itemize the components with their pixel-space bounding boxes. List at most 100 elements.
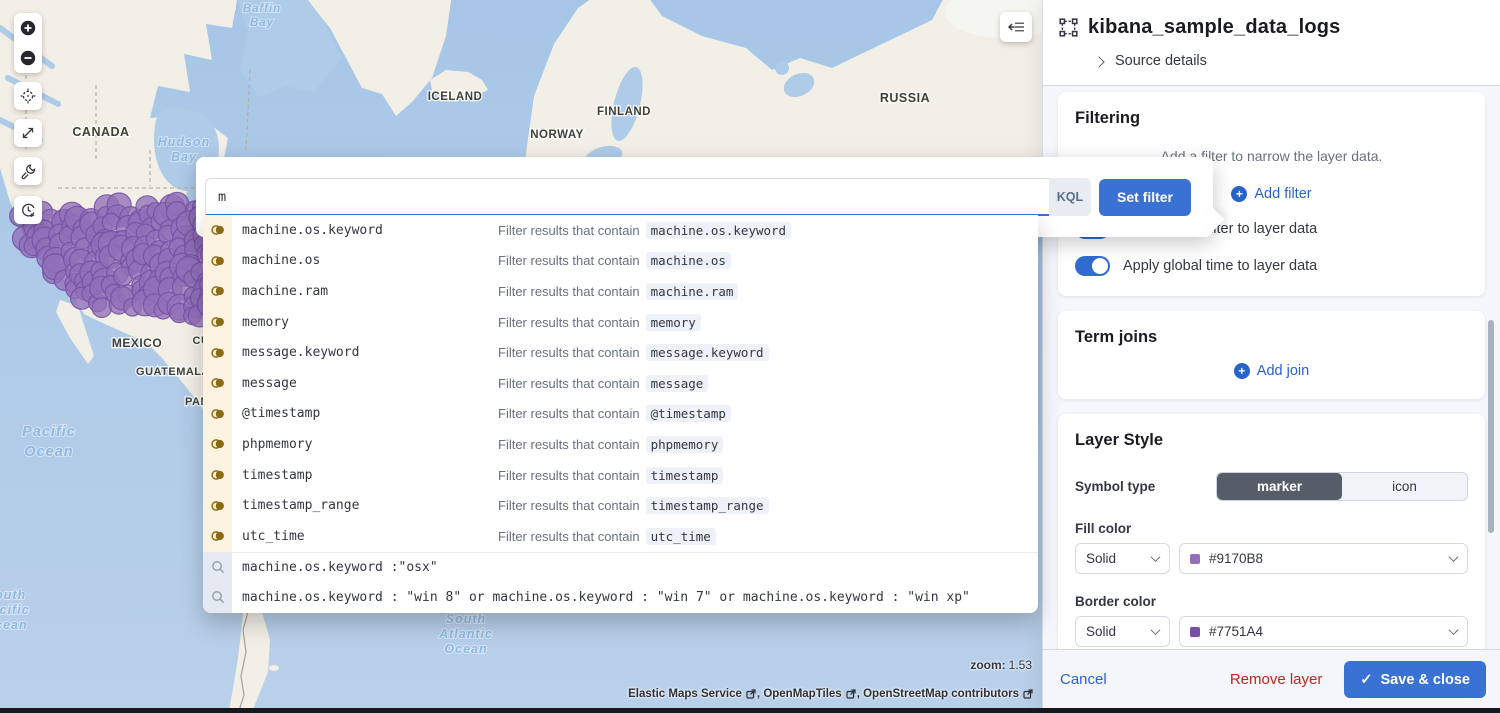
wrench-icon <box>20 163 37 180</box>
border-color-value-select[interactable]: #7751A4 <box>1179 616 1468 647</box>
flyout-scrollbar-thumb[interactable] <box>1488 320 1494 533</box>
suggestion-field-name: message.keyword <box>242 345 498 360</box>
flyout-header: kibana_sample_data_logs Source details <box>1043 0 1500 86</box>
fill-color-label: Fill color <box>1075 521 1468 536</box>
menu-left-icon <box>1008 20 1025 34</box>
svg-text:GUATEMALA: GUATEMALA <box>136 366 210 378</box>
fill-color-value-select[interactable]: #9170B8 <box>1179 543 1468 574</box>
query-suggestion-row[interactable]: machine.os.keyword : "win 8" or machine.… <box>203 582 1038 613</box>
suggestion-code-chip: timestamp_range <box>646 497 769 514</box>
field-suggestion-row[interactable]: @timestamp Filter results that contain @… <box>203 399 1038 430</box>
suggestion-code-chip: @timestamp <box>646 405 731 422</box>
field-token-icon <box>211 346 225 360</box>
source-details-toggle[interactable]: Source details <box>1095 53 1484 69</box>
field-suggestion-row[interactable]: machine.os.keyword Filter results that c… <box>203 215 1038 246</box>
svg-text:Ocean: Ocean <box>24 444 73 460</box>
map-attribution[interactable]: Elastic Maps Service, OpenMapTiles, Open… <box>628 688 1034 700</box>
svg-text:MEXICO: MEXICO <box>112 336 162 350</box>
svg-text:RUSSIA: RUSSIA <box>880 91 930 105</box>
zoom-indicator: zoom: 1.53 <box>970 658 1032 672</box>
svg-text:Ocean: Ocean <box>444 642 487 656</box>
field-suggestion-row[interactable]: message Filter results that contain mess… <box>203 368 1038 399</box>
border-color-label: Border color <box>1075 594 1468 609</box>
window-bottom-edge <box>0 708 1500 713</box>
suggestion-description: Filter results that contain <box>498 468 640 483</box>
svg-text:ICELAND: ICELAND <box>428 91 483 103</box>
symbol-option-marker[interactable]: marker <box>1217 473 1342 500</box>
plus-icon: + <box>1231 186 1247 202</box>
external-link-icon <box>746 689 756 699</box>
attribution-source[interactable]: OpenMapTiles <box>763 688 841 700</box>
layer-style-section: Layer Style Symbol type marker icon Fill… <box>1058 414 1485 649</box>
search-icon <box>211 590 225 604</box>
suggestion-field-name: machine.os.keyword <box>242 223 498 238</box>
field-token-icon <box>211 223 225 237</box>
zoom-out-button[interactable] <box>14 44 42 72</box>
svg-text:Pacific: Pacific <box>22 424 76 440</box>
set-view-button[interactable] <box>14 82 42 110</box>
field-suggestion-row[interactable]: machine.os Filter results that contain m… <box>203 246 1038 277</box>
expand-icon <box>20 125 36 141</box>
suggestion-code-chip: message.keyword <box>646 344 769 361</box>
suggestion-description: Filter results that contain <box>498 253 640 268</box>
field-suggestion-row[interactable]: memory Filter results that contain memor… <box>203 307 1038 338</box>
set-filter-button[interactable]: Set filter <box>1099 179 1191 216</box>
suggestion-code-chip: machine.os <box>646 252 731 269</box>
chevron-down-icon <box>1449 552 1459 562</box>
query-language-badge[interactable]: KQL <box>1049 178 1091 216</box>
search-icon <box>211 560 225 574</box>
field-token-icon <box>211 376 225 390</box>
suggestion-code-chip: memory <box>646 314 701 331</box>
suggestion-description: Filter results that contain <box>498 223 640 238</box>
external-link-icon <box>1023 689 1033 699</box>
border-color-mode-select[interactable]: Solid <box>1075 616 1170 647</box>
collapse-legend-button[interactable] <box>1000 12 1032 42</box>
save-close-button[interactable]: ✓ Save & close <box>1344 661 1486 698</box>
suggestion-code-chip: timestamp <box>646 467 724 484</box>
add-filter-button[interactable]: + Add filter <box>1231 186 1311 202</box>
timeslider-button[interactable] <box>14 196 42 224</box>
field-suggestion-row[interactable]: timestamp Filter results that contain ti… <box>203 460 1038 491</box>
query-suggestion-row[interactable]: machine.os.keyword :"osx" <box>203 552 1038 583</box>
chevron-down-icon <box>1151 625 1161 635</box>
suggestion-field-name: timestamp <box>242 468 498 483</box>
field-token-icon <box>211 529 225 543</box>
suggestion-field-name: phpmemory <box>242 437 498 452</box>
symbol-type-control: marker icon <box>1216 472 1468 501</box>
field-token-icon <box>211 407 225 421</box>
field-suggestion-row[interactable]: utc_time Filter results that contain utc… <box>203 521 1038 552</box>
zoom-in-icon <box>20 20 36 36</box>
symbol-type-label: Symbol type <box>1075 479 1155 494</box>
page: { "map": { "zoom_label": "zoom:", "zoom_… <box>0 0 1500 713</box>
suggestion-code-chip: utc_time <box>646 528 716 545</box>
zoom-value: 1.53 <box>1009 658 1032 672</box>
field-suggestion-row[interactable]: machine.ram Filter results that contain … <box>203 276 1038 307</box>
field-token-icon <box>211 468 225 482</box>
svg-text:South: South <box>0 588 26 602</box>
cancel-button[interactable]: Cancel <box>1060 671 1107 688</box>
suggestion-description: Filter results that contain <box>498 437 640 452</box>
remove-layer-button[interactable]: Remove layer <box>1230 671 1323 688</box>
global-time-toggle[interactable] <box>1075 256 1110 276</box>
field-suggestion-row[interactable]: phpmemory Filter results that contain ph… <box>203 429 1038 460</box>
fit-to-data-button[interactable] <box>14 119 42 147</box>
symbol-option-icon[interactable]: icon <box>1342 473 1467 500</box>
zoom-in-button[interactable] <box>14 14 42 42</box>
suggestion-field-name: memory <box>242 315 498 330</box>
kql-query-input[interactable] <box>205 178 1049 216</box>
tools-button[interactable] <box>14 157 42 185</box>
timeslider-icon <box>20 202 37 219</box>
svg-text:Pacific: Pacific <box>0 603 30 617</box>
suggestion-description: Filter results that contain <box>498 315 640 330</box>
zoom-label: zoom: <box>970 658 1005 672</box>
add-join-button[interactable]: + Add join <box>1234 363 1309 379</box>
field-suggestion-row[interactable]: message.keyword Filter results that cont… <box>203 337 1038 368</box>
attribution-source[interactable]: OpenStreetMap contributors <box>863 688 1019 700</box>
fill-color-mode-select[interactable]: Solid <box>1075 543 1170 574</box>
attribution-source[interactable]: Elastic Maps Service <box>628 688 742 700</box>
suggestion-code-chip: message <box>646 375 709 392</box>
field-suggestion-row[interactable]: timestamp_range Filter results that cont… <box>203 490 1038 521</box>
suggestion-description: Filter results that contain <box>498 345 640 360</box>
term-joins-section: Term joins + Add join <box>1058 311 1485 399</box>
svg-text:Baffin: Baffin <box>243 3 281 15</box>
